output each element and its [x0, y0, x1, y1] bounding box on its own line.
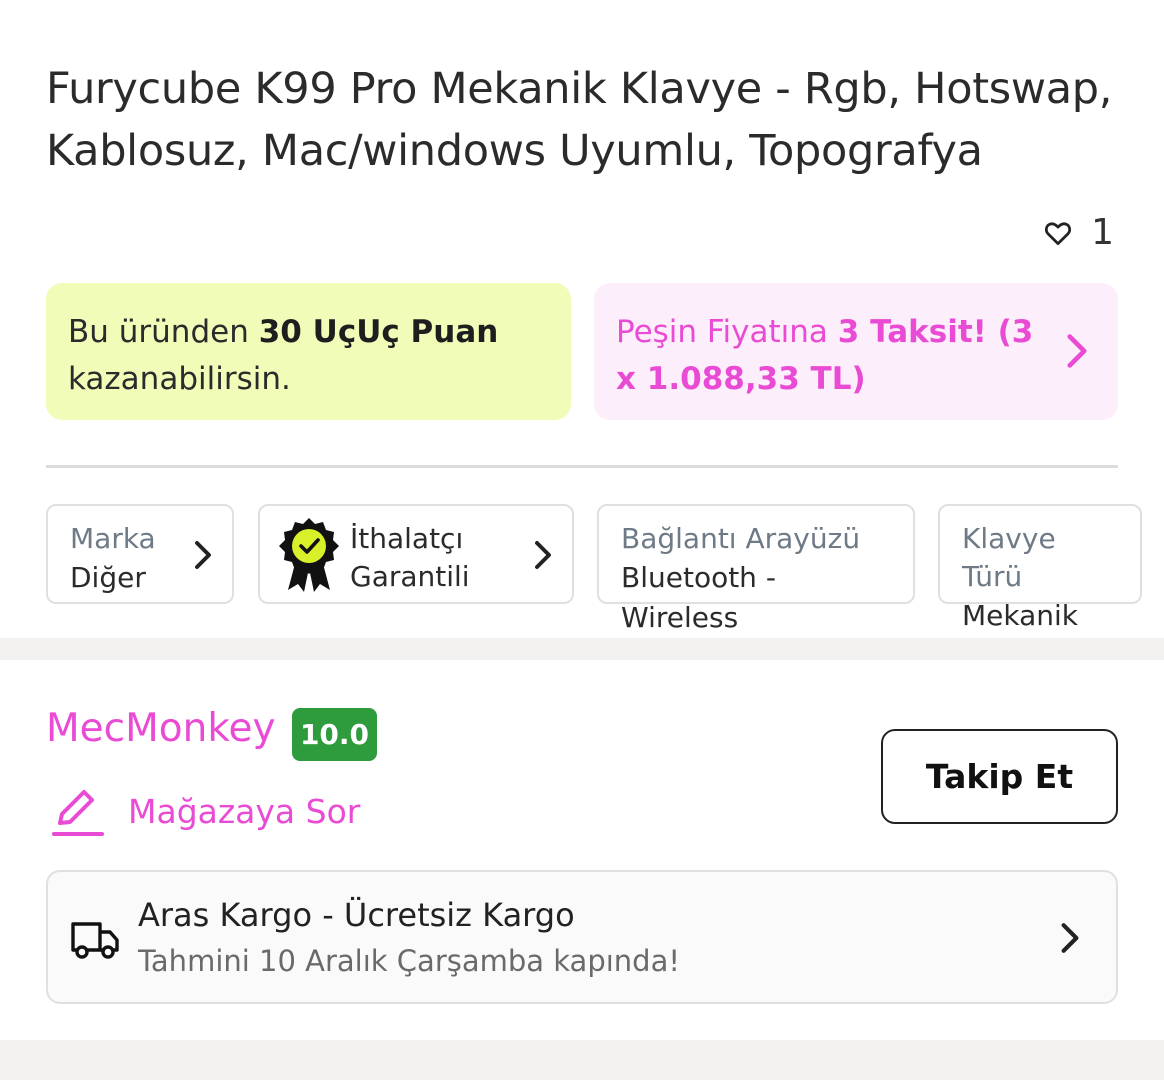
warranty-badge-icon	[279, 518, 339, 592]
attribute-brand[interactable]: Marka Diğer	[46, 504, 234, 604]
favorite-control[interactable]: 1	[1043, 212, 1114, 253]
attribute-connection[interactable]: Bağlantı Arayüzü Bluetooth - Wireless	[597, 504, 915, 634]
attribute-keyboard-type[interactable]: Klavye Türü Mekanik	[938, 504, 1142, 632]
section-separator	[0, 638, 1164, 660]
follow-button[interactable]: Takip Et	[881, 729, 1118, 824]
attribute-line1: İthalatçı	[350, 522, 464, 555]
shipping-estimate: Tahmini 10 Aralık Çarşamba kapında!	[138, 944, 680, 978]
chevron-right-icon	[535, 541, 551, 569]
points-prefix: Bu üründen	[68, 314, 259, 350]
pencil-icon	[52, 790, 104, 836]
chevron-right-icon	[1061, 923, 1079, 953]
attribute-label: Klavye Türü	[962, 522, 1056, 593]
ask-store-label: Mağazaya Sor	[128, 791, 361, 831]
installment-prefix: Peşin Fiyatına	[616, 314, 838, 350]
seller-name[interactable]: MecMonkey	[46, 706, 276, 751]
favorite-count: 1	[1091, 212, 1114, 253]
shipping-info[interactable]: Aras Kargo - Ücretsiz Kargo Tahmini 10 A…	[46, 870, 1118, 1004]
points-promo: Bu üründen 30 UçUç Puan kazanabilirsin.	[46, 283, 571, 420]
attribute-line2: Garantili	[350, 560, 470, 593]
points-suffix: kazanabilirsin.	[68, 361, 291, 397]
attribute-value: Mekanik	[962, 599, 1079, 632]
chevron-right-icon	[1067, 334, 1087, 368]
installment-promo[interactable]: Peşin Fiyatına 3 Taksit! (3 x 1.088,33 T…	[594, 283, 1118, 420]
attribute-importer-warranty[interactable]: İthalatçı Garantili	[258, 504, 574, 604]
points-amount: 30 UçUç Puan	[258, 314, 499, 350]
product-title: Furycube K99 Pro Mekanik Klavye - Rgb, H…	[46, 64, 1113, 176]
attribute-value: Bluetooth - Wireless	[621, 561, 776, 634]
chevron-right-icon	[195, 541, 211, 569]
section-separator	[0, 1040, 1164, 1080]
attribute-label: Bağlantı Arayüzü	[621, 522, 861, 555]
attribute-value: Diğer	[70, 561, 146, 594]
section-divider	[46, 465, 1118, 468]
heart-icon[interactable]	[1043, 218, 1073, 248]
shipping-title: Aras Kargo - Ücretsiz Kargo	[138, 896, 575, 934]
seller-score-badge: 10.0	[292, 708, 377, 761]
truck-icon	[71, 922, 119, 959]
attribute-label: Marka	[70, 522, 156, 555]
ask-store-button[interactable]: Mağazaya Sor	[50, 783, 360, 839]
